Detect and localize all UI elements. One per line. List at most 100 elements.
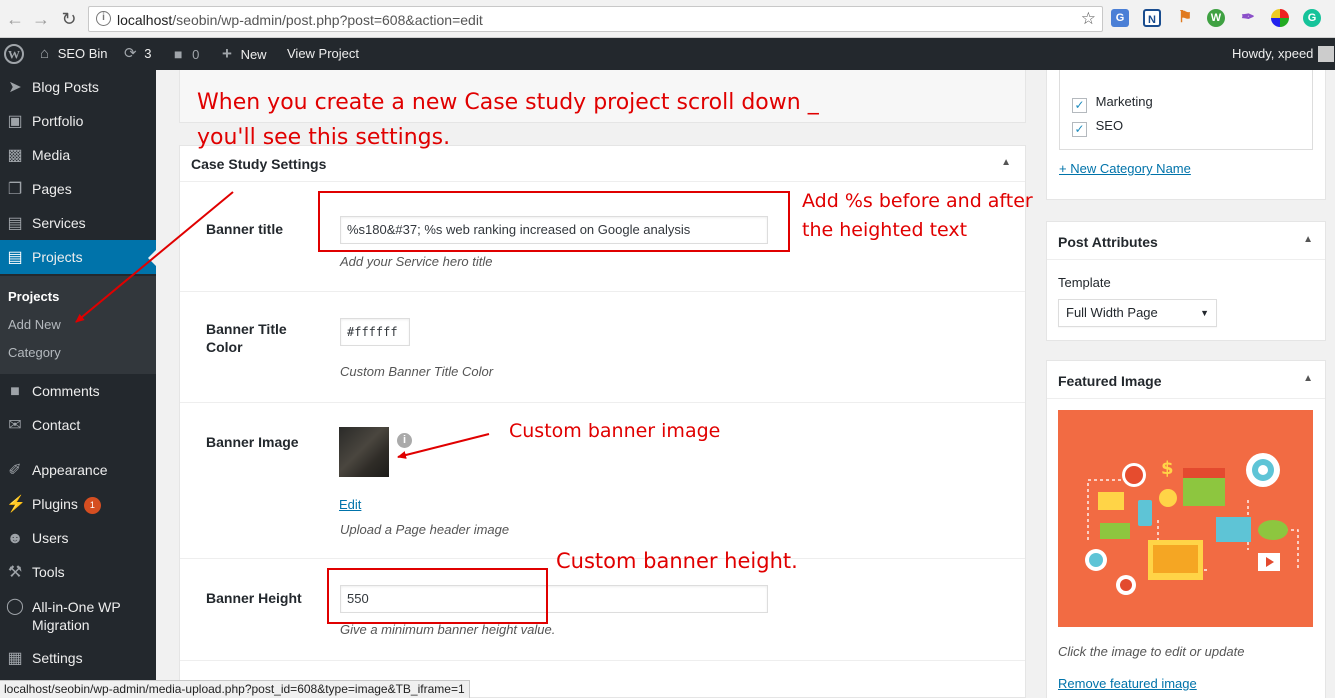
annotation-intro-line1: When you create a new Case study project… [197, 90, 819, 115]
grammarly-extension-icon[interactable]: G [1303, 9, 1321, 27]
services-icon: ▤ [7, 215, 23, 232]
info-icon[interactable]: i [96, 11, 111, 26]
new-category-link[interactable]: + New Category Name [1059, 161, 1191, 176]
banner-image-thumbnail[interactable] [339, 427, 389, 477]
url-host: localhost [117, 12, 173, 28]
submenu-item-projects[interactable]: Projects [8, 289, 59, 304]
settings-icon: ▦ [7, 650, 23, 667]
svg-text:$: $ [1161, 458, 1174, 479]
pen-extension-icon[interactable]: ✒ [1239, 9, 1257, 27]
mail-icon: ✉ [8, 417, 22, 434]
sidebar-item-label: All-in-One WP Migration [32, 599, 121, 633]
banner-height-row: Banner Height 550 Give a minimum banner … [180, 559, 1025, 661]
sidebar-item-pages[interactable]: ❐ Pages [0, 172, 156, 206]
annotation-title-note-line2: the heighted text [802, 219, 968, 241]
settings-header[interactable]: Case Study Settings ▲ [180, 146, 1025, 182]
sidebar-item-services[interactable]: ▤ Services [0, 206, 156, 240]
sidebar-item-label: Media [32, 147, 71, 163]
plugin-update-badge: 1 [83, 497, 101, 514]
avatar[interactable] [1318, 46, 1334, 62]
sidebar-item-appearance[interactable]: ✐ Appearance [0, 453, 156, 487]
address-bar[interactable]: i localhost/seobin/wp-admin/post.php?pos… [88, 6, 1103, 32]
users-icon: ☻ [6, 530, 24, 547]
sidebar-item-label: Blog Posts [32, 79, 99, 95]
category-checklist: ✓ Marketing ✓ SEO [1059, 70, 1313, 150]
reload-icon[interactable]: ↻ [58, 8, 80, 30]
submenu-item-add-new[interactable]: Add New [8, 317, 61, 332]
category-label: Marketing [1095, 94, 1153, 109]
divider [1047, 398, 1325, 399]
plugins-label: Plugins [32, 496, 78, 512]
site-link[interactable]: ⌂ SEO Bin [40, 38, 108, 70]
sidebar-item-label: Appearance [32, 462, 108, 478]
sidebar-item-tools[interactable]: ⚒ Tools [0, 555, 156, 589]
n-extension-icon[interactable]: N [1143, 9, 1161, 27]
wordpress-extension-icon[interactable]: W [1207, 9, 1225, 27]
category-item-seo[interactable]: ✓ SEO [1072, 118, 1123, 137]
info-circle-icon[interactable]: i [397, 433, 412, 448]
url-path: /seobin/wp-admin/post.php?post=608&actio… [172, 12, 483, 28]
featured-image-title: Featured Image [1058, 373, 1162, 389]
banner-color-input[interactable]: #ffffff [340, 318, 410, 346]
remove-featured-image-link[interactable]: Remove featured image [1058, 676, 1197, 691]
sidebar-item-blog-posts[interactable]: ➤ Blog Posts [0, 70, 156, 104]
view-project-link[interactable]: View Project [287, 38, 359, 70]
sidebar-item-comments[interactable]: ■ Comments [0, 374, 156, 408]
new-content-link[interactable]: + New [222, 38, 267, 70]
category-item-marketing[interactable]: ✓ Marketing [1072, 94, 1153, 113]
banner-color-description: Custom Banner Title Color [340, 364, 494, 379]
post-attributes-title: Post Attributes [1058, 234, 1158, 250]
sidebar-item-label: Users [32, 530, 69, 546]
sidebar-item-media[interactable]: ▩ Media [0, 138, 156, 172]
collapse-arrow-icon[interactable]: ▲ [1303, 234, 1313, 245]
back-icon[interactable]: ← [4, 8, 26, 30]
projects-submenu: Projects Add New Category [0, 276, 156, 374]
sidebar-item-settings[interactable]: ▦ Settings [0, 641, 156, 675]
collapse-arrow-icon[interactable]: ▲ [1001, 157, 1011, 168]
annotation-highlight-height [327, 568, 548, 624]
template-label: Template [1058, 275, 1111, 290]
comments-link[interactable]: ■ 0 [174, 38, 199, 70]
banner-color-row: Banner Title Color #ffffff Custom Banner… [180, 292, 1025, 403]
category-label: SEO [1095, 118, 1124, 133]
plus-icon: + [222, 44, 232, 63]
url-text: localhost/seobin/wp-admin/post.php?post=… [117, 12, 483, 28]
projects-icon: ▤ [7, 249, 23, 266]
submenu-item-category[interactable]: Category [8, 345, 61, 360]
sidebar-item-migration[interactable]: ◯ All-in-One WP Migration [0, 589, 156, 641]
checkbox-checked-icon[interactable]: ✓ [1072, 98, 1087, 113]
sidebar-item-contact[interactable]: ✉ Contact [0, 408, 156, 442]
color-extension-icon[interactable] [1271, 9, 1289, 27]
sidebar-item-label: Tools [32, 564, 65, 580]
translate-extension-icon[interactable]: G [1111, 9, 1129, 27]
sidebar-item-label: Contact [32, 417, 81, 433]
forward-icon[interactable]: → [30, 8, 52, 30]
banner-image-edit-link[interactable]: Edit [339, 497, 361, 512]
sidebar-item-portfolio[interactable]: ▣ Portfolio [0, 104, 156, 138]
sidebar-item-users[interactable]: ☻ Users [0, 521, 156, 555]
sidebar-item-plugins[interactable]: ⚡ Plugins 1 [0, 487, 156, 521]
sidebar-item-projects[interactable]: ▤ Projects [0, 240, 156, 274]
new-label: New [240, 47, 267, 62]
comment-bubble-icon: ■ [174, 46, 183, 62]
wordpress-logo-icon[interactable]: W [4, 38, 24, 70]
template-selected-value: Full Width Page [1066, 305, 1158, 320]
sidebar-item-label: Comments [32, 383, 100, 399]
pages-icon: ❐ [7, 181, 23, 198]
marketing-illustration: $ [1085, 453, 1299, 595]
updates-link[interactable]: ⟳ 3 [124, 38, 151, 70]
collapse-arrow-icon[interactable]: ▲ [1303, 373, 1313, 384]
banner-height-description: Give a minimum banner height value. [340, 622, 556, 637]
categories-box: ✓ Marketing ✓ SEO + New Category Name [1046, 70, 1326, 200]
sidebar-item-label: Settings [32, 650, 83, 666]
banner-title-label: Banner title [206, 221, 284, 237]
template-select[interactable]: Full Width Page ▼ [1058, 299, 1217, 327]
checkbox-checked-icon[interactable]: ✓ [1072, 122, 1087, 137]
bookmark-star-icon[interactable]: ☆ [1081, 9, 1096, 29]
banner-image-description: Upload a Page header image [340, 522, 510, 537]
site-name: SEO Bin [57, 46, 108, 61]
featured-image-thumbnail[interactable]: $ [1058, 410, 1313, 627]
flag-extension-icon[interactable]: ⚑ [1176, 9, 1194, 27]
comments-icon: ■ [10, 383, 20, 400]
howdy-text[interactable]: Howdy, xpeed [1232, 38, 1313, 70]
